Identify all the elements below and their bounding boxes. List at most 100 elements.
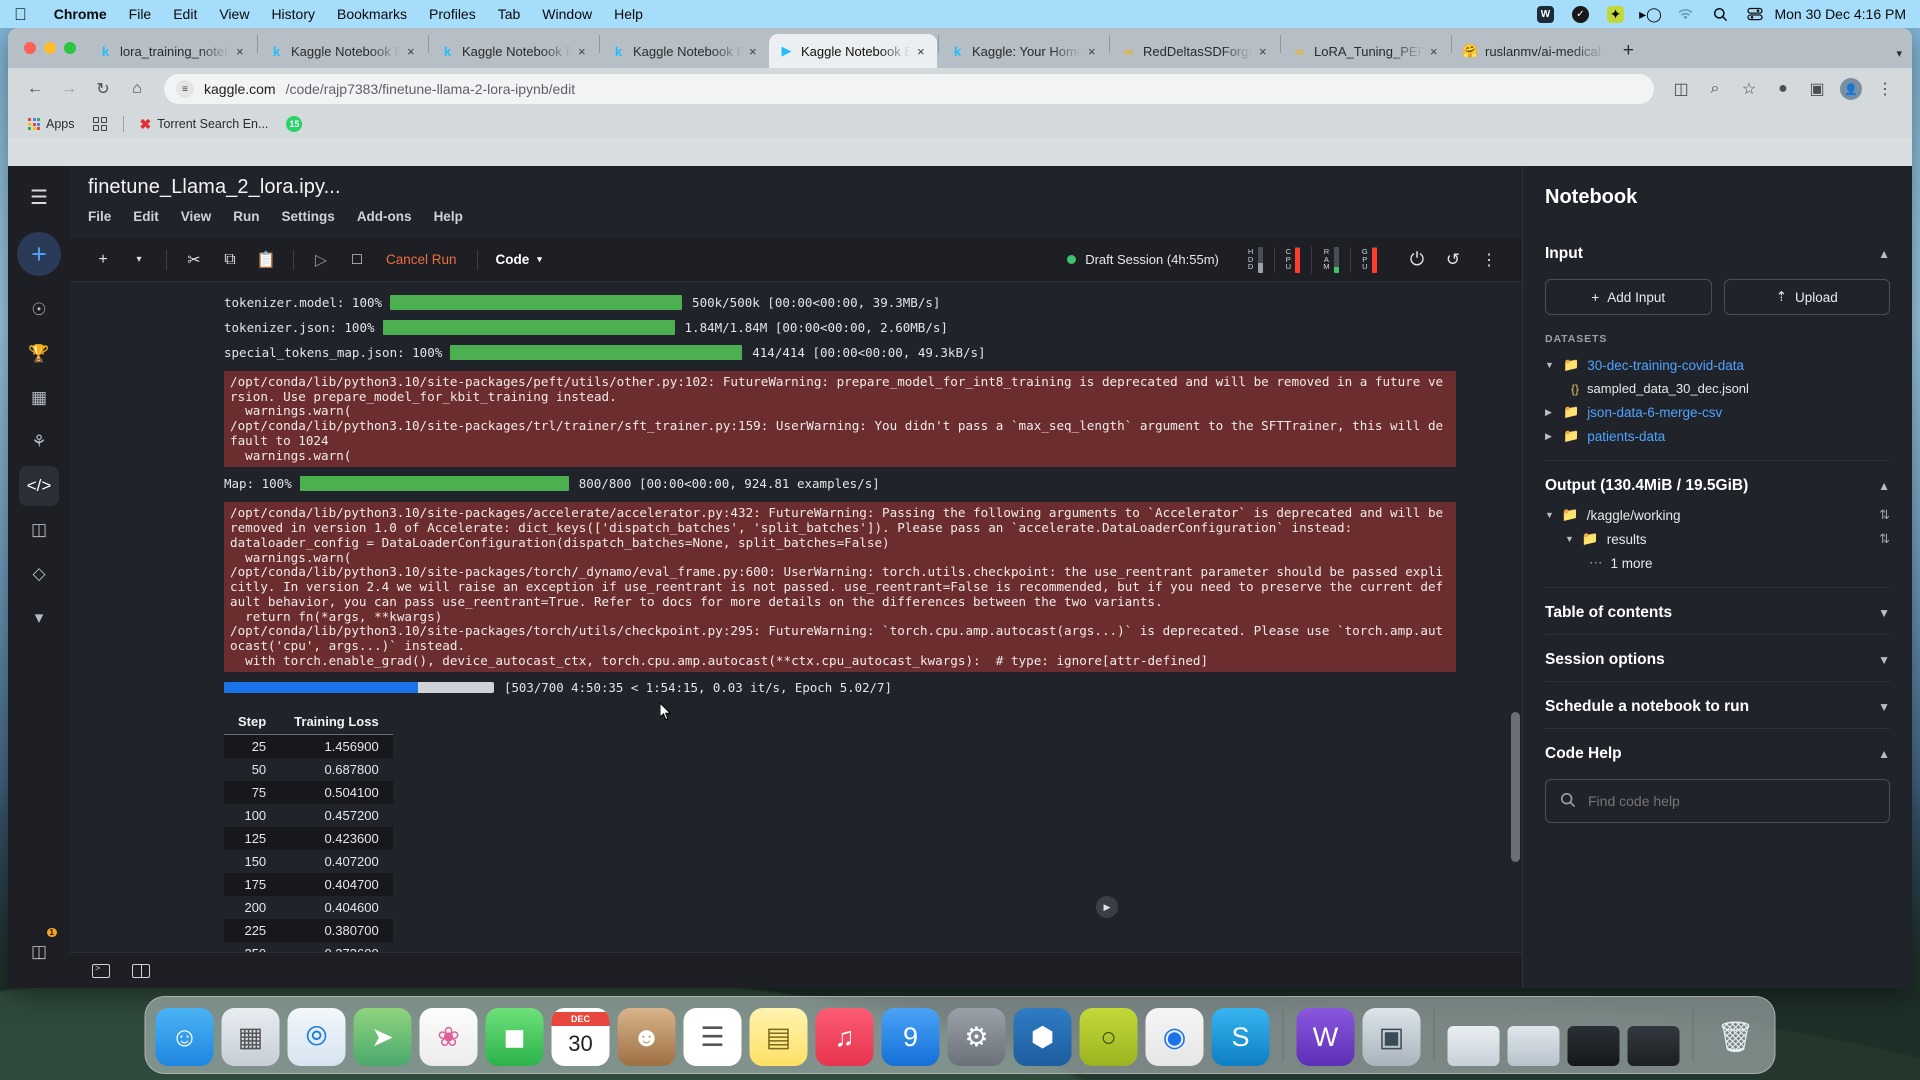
copy-icon[interactable]: ⧉ [213,245,247,275]
dock-app-maps[interactable]: ➤ [353,1008,412,1066]
dataset-name[interactable]: patients-data [1587,429,1665,444]
menubar-item-file[interactable]: File [118,6,163,22]
forward-arrow-icon[interactable]: → [54,74,84,104]
output-row[interactable]: ▼ 📁 /kaggle/working ⇅ [1545,503,1890,527]
output-row[interactable]: ⋯ 1 more [1545,551,1890,575]
refresh-icon[interactable]: ⇅ [1879,531,1890,547]
address-bar[interactable]: ≡ kaggle.com/code/rajp7383/finetune-llam… [164,74,1654,104]
new-tab-button[interactable]: + [1613,40,1644,68]
meter-cpu[interactable]: CPU [1275,246,1313,273]
home-icon[interactable]: ⌂ [122,74,152,104]
dock-app-facetime[interactable]: ◼ [485,1008,544,1066]
menubar-item-edit[interactable]: Edit [162,6,208,22]
apple-logo-icon[interactable]:  [14,6,27,23]
wps-icon[interactable]: W [1536,5,1554,23]
browser-tab[interactable]: k Kaggle: Your Home fo × [940,34,1108,68]
bookmark-torrent-search[interactable]: ✖ Torrent Search En... [134,114,275,135]
dataset-name[interactable]: 30-dec-training-covid-data [1587,358,1744,373]
browser-tab[interactable]: k lora_training_notebo × [88,34,256,68]
dock-app-skype[interactable]: S [1211,1008,1270,1066]
section-header-code-help[interactable]: Code Help ▲ [1545,745,1890,763]
control-center-icon[interactable] [1746,5,1764,23]
browser-tab[interactable]: k Kaggle Notebook Edi × [259,34,427,68]
tab-close-icon[interactable]: × [917,44,929,59]
browser-tab[interactable]: ∞ RedDeltasSDForge.ip × [1111,34,1279,68]
run-triangle-icon[interactable]: ▷ [304,245,338,275]
expand-panel-icon[interactable]: ▶ [1096,896,1118,918]
section-header-output[interactable]: Output (130.4MiB / 19.5GiB) ▲ [1545,477,1890,495]
menubar-item-tab[interactable]: Tab [487,6,532,22]
tab-close-icon[interactable]: × [236,44,248,59]
sidebar-item-home[interactable]: ☉ [19,290,59,330]
dock-app-reminders[interactable]: ☰ [683,1008,742,1066]
chevron-down-icon[interactable]: ▼ [1545,360,1555,370]
stop-square-icon[interactable]: □ [340,245,374,275]
bookmark-grid[interactable] [87,115,113,133]
dock-app-music[interactable]: ♫ [815,1008,874,1066]
zoom-icon[interactable]: ⌕ [1700,74,1730,104]
trash-icon[interactable]: 🗑 [1707,1008,1765,1066]
chevron-down-icon[interactable]: ▼ [1565,534,1574,544]
dock-app-wondershare[interactable]: W [1296,1008,1355,1066]
sidebar-item-models[interactable]: ⚘ [19,422,59,462]
add-input-button[interactable]: + Add Input [1545,279,1712,315]
restart-icon[interactable]: ↺ [1436,245,1470,275]
menubar-item-help[interactable]: Help [603,6,654,22]
power-icon[interactable]: ⏻ [1400,245,1434,275]
nb-menu-help[interactable]: Help [434,209,463,224]
nb-menu-file[interactable]: File [88,209,111,224]
dock-window-thumb-3[interactable] [1567,1026,1620,1066]
dock-app-settings[interactable]: ⚙ [947,1008,1006,1066]
notebook-body[interactable]: tokenizer.model: 100% 500k/500k [00:00<0… [70,282,1522,988]
bookmark-star-icon[interactable]: ☆ [1734,74,1764,104]
browser-tab[interactable]: ∞ LoRA_Tuning_PEFT.i × [1282,34,1450,68]
menubar-item-bookmarks[interactable]: Bookmarks [326,6,418,22]
dock-app-safari[interactable]: ⦾ [287,1008,346,1066]
section-header-toc[interactable]: Table of contents ▼ [1545,604,1890,622]
menubar-item-chrome[interactable]: Chrome [43,6,118,22]
reload-icon[interactable]: ↻ [88,74,118,104]
chevron-down-icon[interactable]: ▾ [19,598,59,638]
dock-app-finder[interactable]: ☺ [155,1008,214,1066]
dock-app-calendar[interactable]: DEC 30 [551,1008,610,1066]
dock-app-vscode[interactable]: ⬢ [1013,1008,1072,1066]
play-circle-icon[interactable]: ▸◯ [1639,5,1662,23]
search-input[interactable] [1588,793,1875,809]
code-help-search[interactable] [1545,779,1890,823]
split-panel-icon[interactable] [132,963,150,978]
profile-circle-icon[interactable]: ● [1768,74,1798,104]
dataset-name[interactable]: json-data-6-merge-csv [1587,405,1722,420]
dock-window-thumb-4[interactable] [1627,1026,1680,1066]
bookmark-apps[interactable]: Apps [22,115,81,133]
meter-hdd[interactable]: HDD [1237,246,1275,273]
window-traffic-lights[interactable] [20,28,88,68]
output-more-label[interactable]: 1 more [1611,556,1653,571]
dock-app-terminal-green[interactable]: ○ [1079,1008,1138,1066]
archive-icon[interactable]: ◫ [19,932,59,972]
clipboard-icon[interactable]: 📋 [249,245,283,275]
dock-app-appstore[interactable]: 9 [881,1008,940,1066]
tab-close-icon[interactable]: × [578,44,590,59]
todo-check-icon[interactable]: ✓ [1571,5,1589,23]
chevron-right-icon[interactable]: ▶ [1545,431,1555,442]
sidebar-item-datasets[interactable]: ▦ [19,378,59,418]
section-header-session-options[interactable]: Session options ▼ [1545,651,1890,669]
tab-close-icon[interactable]: × [407,44,419,59]
dataset-item[interactable]: ▶ 📁 json-data-6-merge-csv [1545,400,1890,424]
dock-app-preview[interactable]: ▣ [1362,1008,1421,1066]
tab-close-icon[interactable]: × [1259,44,1271,59]
output-path[interactable]: results [1607,532,1647,547]
menubar-item-profiles[interactable]: Profiles [418,6,487,22]
green-app-icon[interactable]: ✦ [1606,5,1624,23]
tab-close-icon[interactable]: × [749,44,761,59]
browser-tab[interactable]: 🤗 ruslanmv/ai-medical- [1453,34,1613,68]
search-icon[interactable] [1711,5,1729,23]
tab-search-chevron-icon[interactable]: ▾ [1896,47,1902,60]
nb-menu-addons[interactable]: Add-ons [357,209,412,224]
maximize-window-button[interactable] [64,42,76,54]
dataset-item[interactable]: ▼ 📁 30-dec-training-covid-data [1545,353,1890,377]
close-window-button[interactable] [24,42,36,54]
chevron-up-icon[interactable]: ▲ [1878,479,1890,493]
chevron-down-icon[interactable]: ▼ [1545,510,1554,520]
back-arrow-icon[interactable]: ← [20,74,50,104]
